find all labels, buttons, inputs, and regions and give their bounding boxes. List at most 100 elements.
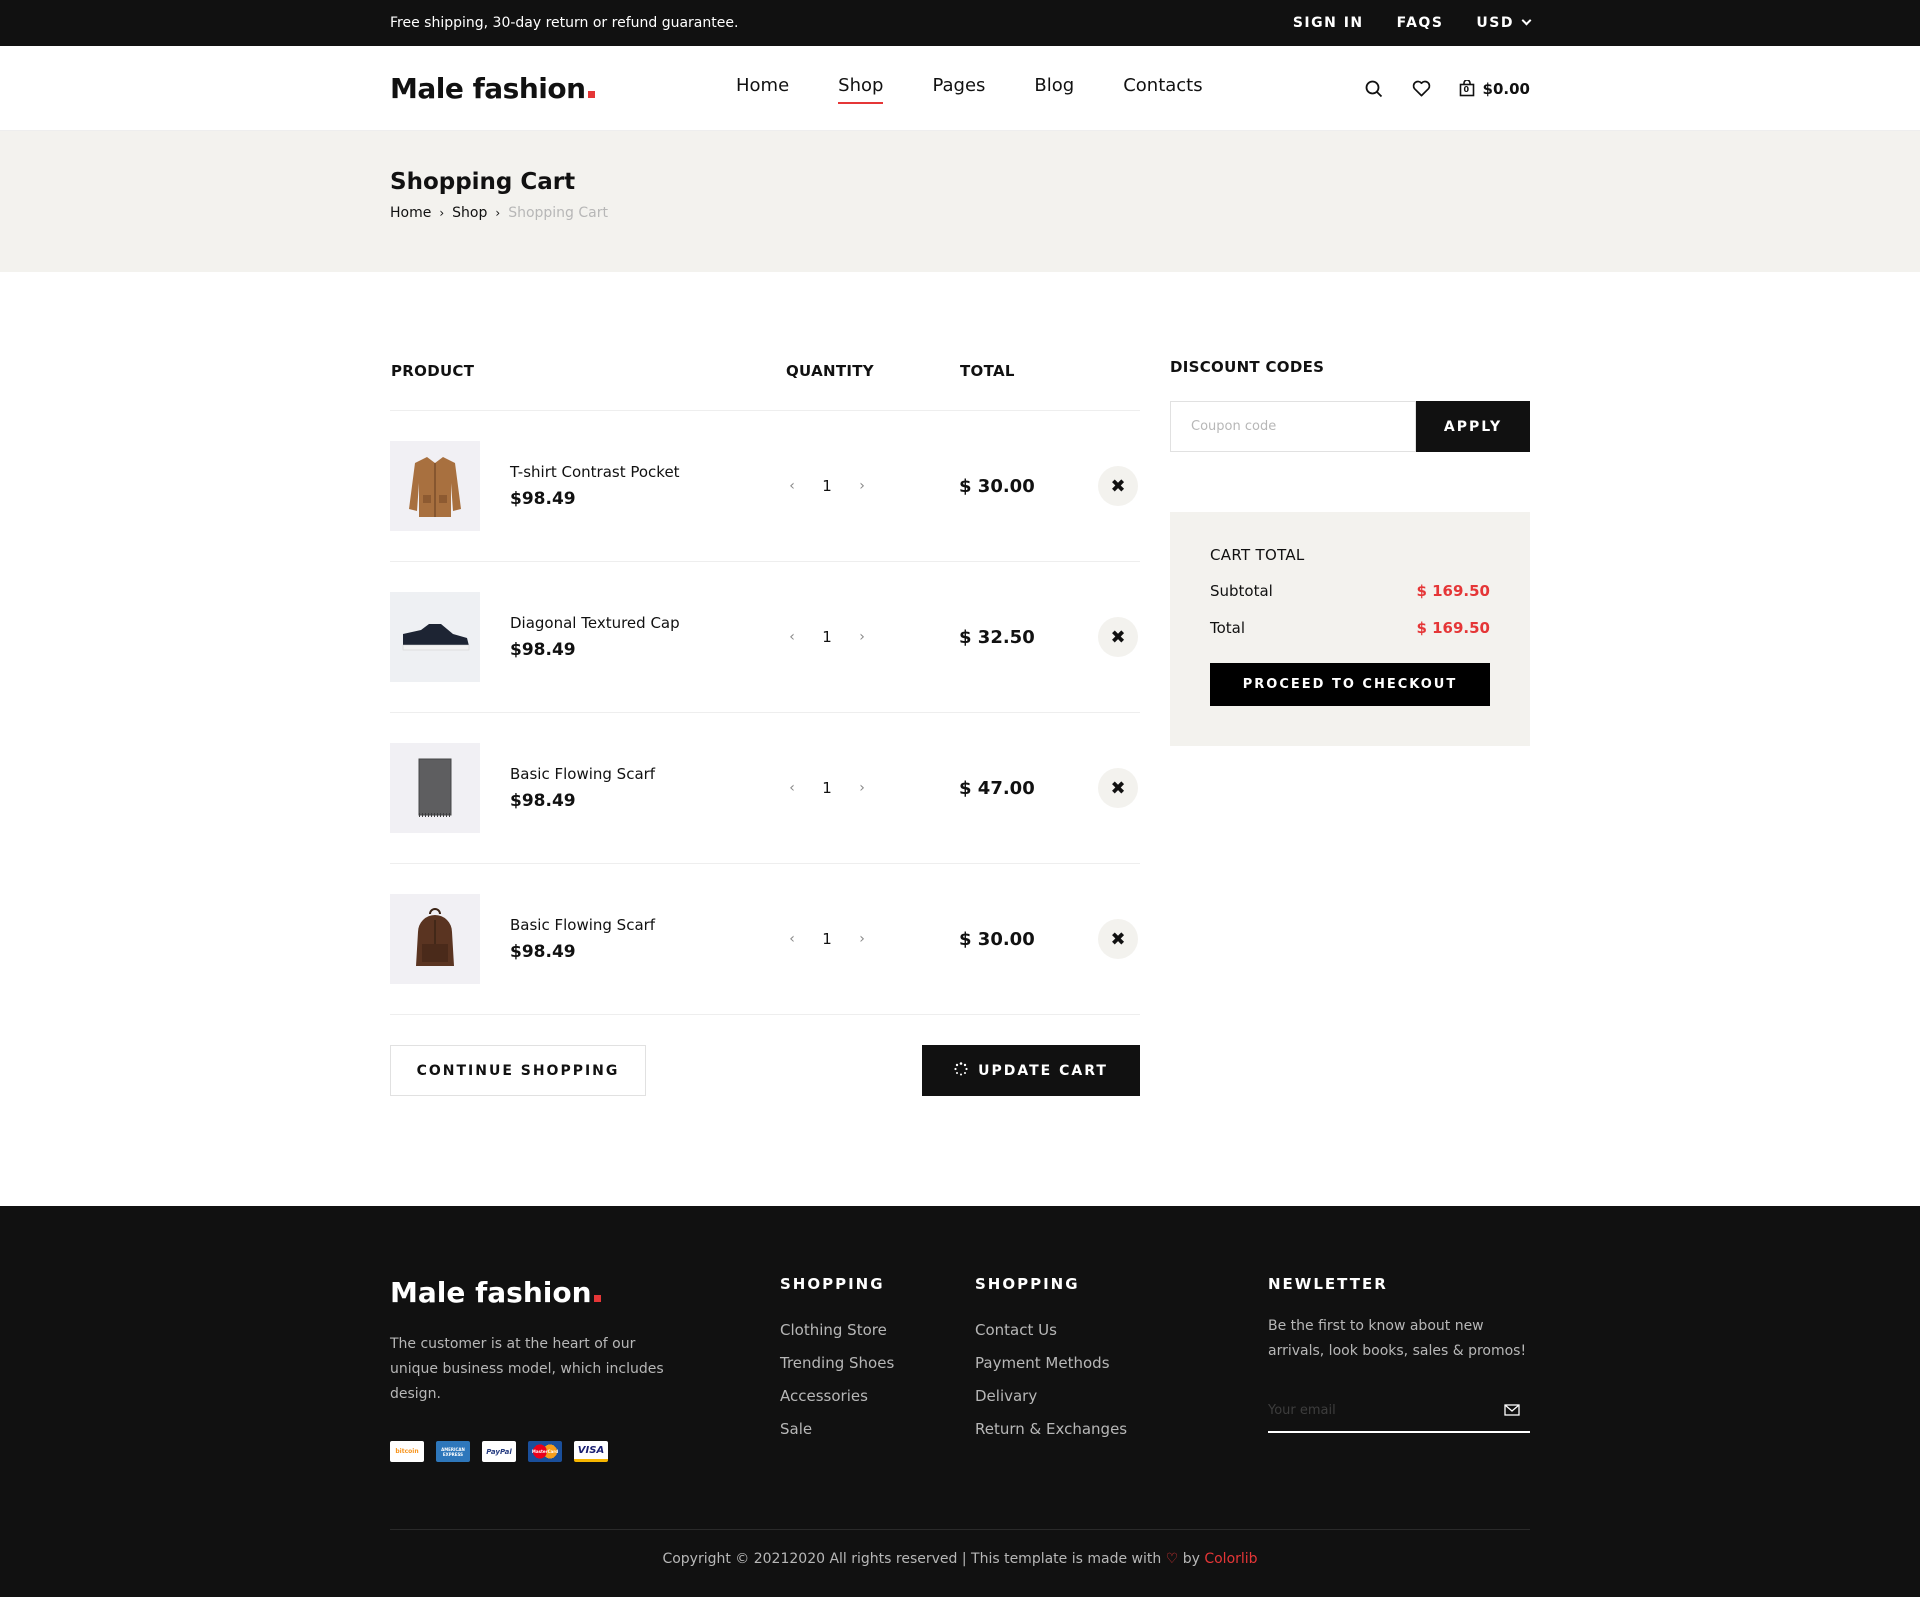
- close-icon: ✖: [1110, 475, 1126, 497]
- colorlib-link[interactable]: Colorlib: [1204, 1551, 1257, 1567]
- jacket-image: [390, 441, 480, 531]
- quantity-input[interactable]: [809, 930, 845, 948]
- footer-shopping-title: SHOPPING: [780, 1275, 885, 1293]
- sign-in-link[interactable]: SIGN IN: [1293, 15, 1364, 31]
- product-name[interactable]: Basic Flowing Scarf: [510, 916, 785, 934]
- decrease-quantity-icon[interactable]: ‹: [785, 629, 799, 645]
- product-price: $98.49: [510, 489, 576, 509]
- quantity-stepper: ‹ ›: [785, 930, 959, 948]
- cart-table-header: PRODUCT QUANTITY TOTAL: [390, 362, 1140, 411]
- footer-link-clothing-store[interactable]: Clothing Store: [780, 1321, 975, 1339]
- breadcrumb-shop[interactable]: Shop: [452, 205, 487, 221]
- footer-link-trending-shoes[interactable]: Trending Shoes: [780, 1354, 975, 1372]
- increase-quantity-icon[interactable]: ›: [855, 780, 869, 796]
- footer-link-contact-us[interactable]: Contact Us: [975, 1321, 1268, 1339]
- coupon-input[interactable]: [1170, 401, 1416, 452]
- footer-logo-text: Male fashion: [390, 1276, 592, 1309]
- payment-methods: bitcoin AMERICAN EXPRESS PayPal MasterCa…: [390, 1441, 780, 1462]
- proceed-to-checkout-button[interactable]: PROCEED TO CHECKOUT: [1210, 663, 1490, 706]
- cart-sidebar: DISCOUNT CODES APPLY CART TOTAL Subtotal…: [1170, 358, 1530, 1096]
- remove-item-button[interactable]: ✖: [1098, 919, 1138, 959]
- footer-link-returns[interactable]: Return & Exchanges: [975, 1420, 1268, 1438]
- currency-label: USD: [1476, 15, 1514, 31]
- discount-title: DISCOUNT CODES: [1170, 358, 1325, 376]
- nav-home[interactable]: Home: [736, 75, 789, 102]
- subtotal-row: Subtotal $ 169.50: [1210, 582, 1490, 600]
- total-value: $ 169.50: [1416, 619, 1490, 637]
- mastercard-card-icon: MasterCard: [528, 1441, 562, 1462]
- logo-dot: [587, 91, 595, 98]
- close-icon: ✖: [1110, 626, 1126, 648]
- quantity-input[interactable]: [809, 628, 845, 646]
- heart-icon: ♡: [1165, 1551, 1179, 1567]
- line-total: $ 30.00: [959, 928, 1035, 950]
- main-nav: Home Shop Pages Blog Contacts: [736, 75, 1203, 104]
- quantity-input[interactable]: [809, 477, 845, 495]
- total-column-header: TOTAL: [960, 362, 1015, 380]
- bag-icon: 0: [1459, 79, 1475, 97]
- nav-pages[interactable]: Pages: [932, 75, 985, 102]
- heart-icon[interactable]: [1411, 78, 1433, 100]
- remove-item-button[interactable]: ✖: [1098, 617, 1138, 657]
- chevron-down-icon: [1521, 15, 1532, 26]
- envelope-icon[interactable]: [1504, 1401, 1530, 1420]
- product-name[interactable]: T-shirt Contrast Pocket: [510, 463, 785, 481]
- quantity-stepper: ‹ ›: [785, 477, 959, 495]
- product-price: $98.49: [510, 942, 576, 962]
- continue-shopping-button[interactable]: CONTINUE SHOPPING: [390, 1045, 646, 1096]
- remove-item-button[interactable]: ✖: [1098, 768, 1138, 808]
- chevron-right-icon: ›: [495, 206, 501, 220]
- subtotal-label: Subtotal: [1210, 582, 1273, 600]
- scarf-image: [390, 743, 480, 833]
- amex-card-icon: AMERICAN EXPRESS: [436, 1441, 470, 1462]
- decrease-quantity-icon[interactable]: ‹: [785, 478, 799, 494]
- top-bar: Free shipping, 30-day return or refund g…: [0, 0, 1920, 46]
- close-icon: ✖: [1110, 928, 1126, 950]
- copyright-by: by: [1182, 1551, 1200, 1567]
- copyright-text: Copyright © 20212020 All rights reserved…: [662, 1551, 1162, 1567]
- product-name[interactable]: Diagonal Textured Cap: [510, 614, 785, 632]
- footer-link-accessories[interactable]: Accessories: [780, 1387, 975, 1405]
- search-icon[interactable]: [1363, 78, 1385, 100]
- breadcrumb-home[interactable]: Home: [390, 205, 431, 221]
- footer-logo[interactable]: Male fashion: [390, 1276, 780, 1309]
- nav-blog[interactable]: Blog: [1034, 75, 1074, 102]
- newsletter-text: Be the first to know about new arrivals,…: [1268, 1318, 1527, 1359]
- update-cart-label: UPDATE CART: [978, 1062, 1108, 1079]
- cart-button[interactable]: 0 $0.00: [1459, 79, 1530, 98]
- logo[interactable]: Male fashion: [390, 72, 736, 105]
- quantity-input[interactable]: [809, 779, 845, 797]
- footer-link-delivary[interactable]: Delivary: [975, 1387, 1268, 1405]
- newsletter-email-input[interactable]: [1268, 1402, 1504, 1418]
- backpack-image: [390, 894, 480, 984]
- nav-contacts[interactable]: Contacts: [1123, 75, 1202, 102]
- breadcrumb-current: Shopping Cart: [508, 205, 608, 221]
- decrease-quantity-icon[interactable]: ‹: [785, 780, 799, 796]
- increase-quantity-icon[interactable]: ›: [855, 478, 869, 494]
- currency-dropdown[interactable]: USD: [1476, 15, 1532, 31]
- logo-dot: [593, 1295, 601, 1302]
- increase-quantity-icon[interactable]: ›: [855, 629, 869, 645]
- faqs-link[interactable]: FAQS: [1397, 15, 1444, 31]
- logo-text: Male fashion: [390, 72, 586, 105]
- product-name[interactable]: Basic Flowing Scarf: [510, 765, 785, 783]
- nav-shop[interactable]: Shop: [838, 75, 884, 104]
- decrease-quantity-icon[interactable]: ‹: [785, 931, 799, 947]
- line-total: $ 30.00: [959, 475, 1035, 497]
- footer-link-payment-methods[interactable]: Payment Methods: [975, 1354, 1268, 1372]
- update-cart-button[interactable]: UPDATE CART: [922, 1045, 1140, 1096]
- shoe-image: [390, 592, 480, 682]
- page-title: Shopping Cart: [390, 169, 576, 195]
- cart-row: Basic Flowing Scarf $98.49 ‹ › $ 47.00 ✖: [390, 713, 1140, 864]
- footer-link-sale[interactable]: Sale: [780, 1420, 975, 1438]
- cart-row: Diagonal Textured Cap $98.49 ‹ › $ 32.50…: [390, 562, 1140, 713]
- increase-quantity-icon[interactable]: ›: [855, 931, 869, 947]
- remove-item-button[interactable]: ✖: [1098, 466, 1138, 506]
- paypal-card-icon: PayPal: [482, 1441, 516, 1462]
- footer-shopping-title-2: SHOPPING: [975, 1275, 1080, 1293]
- apply-coupon-button[interactable]: APPLY: [1416, 401, 1530, 452]
- cart-total-box: CART TOTAL Subtotal $ 169.50 Total $ 169…: [1170, 512, 1530, 746]
- newsletter-title: NEWLETTER: [1268, 1275, 1388, 1293]
- line-total: $ 47.00: [959, 777, 1035, 799]
- quantity-column-header: QUANTITY: [786, 362, 874, 380]
